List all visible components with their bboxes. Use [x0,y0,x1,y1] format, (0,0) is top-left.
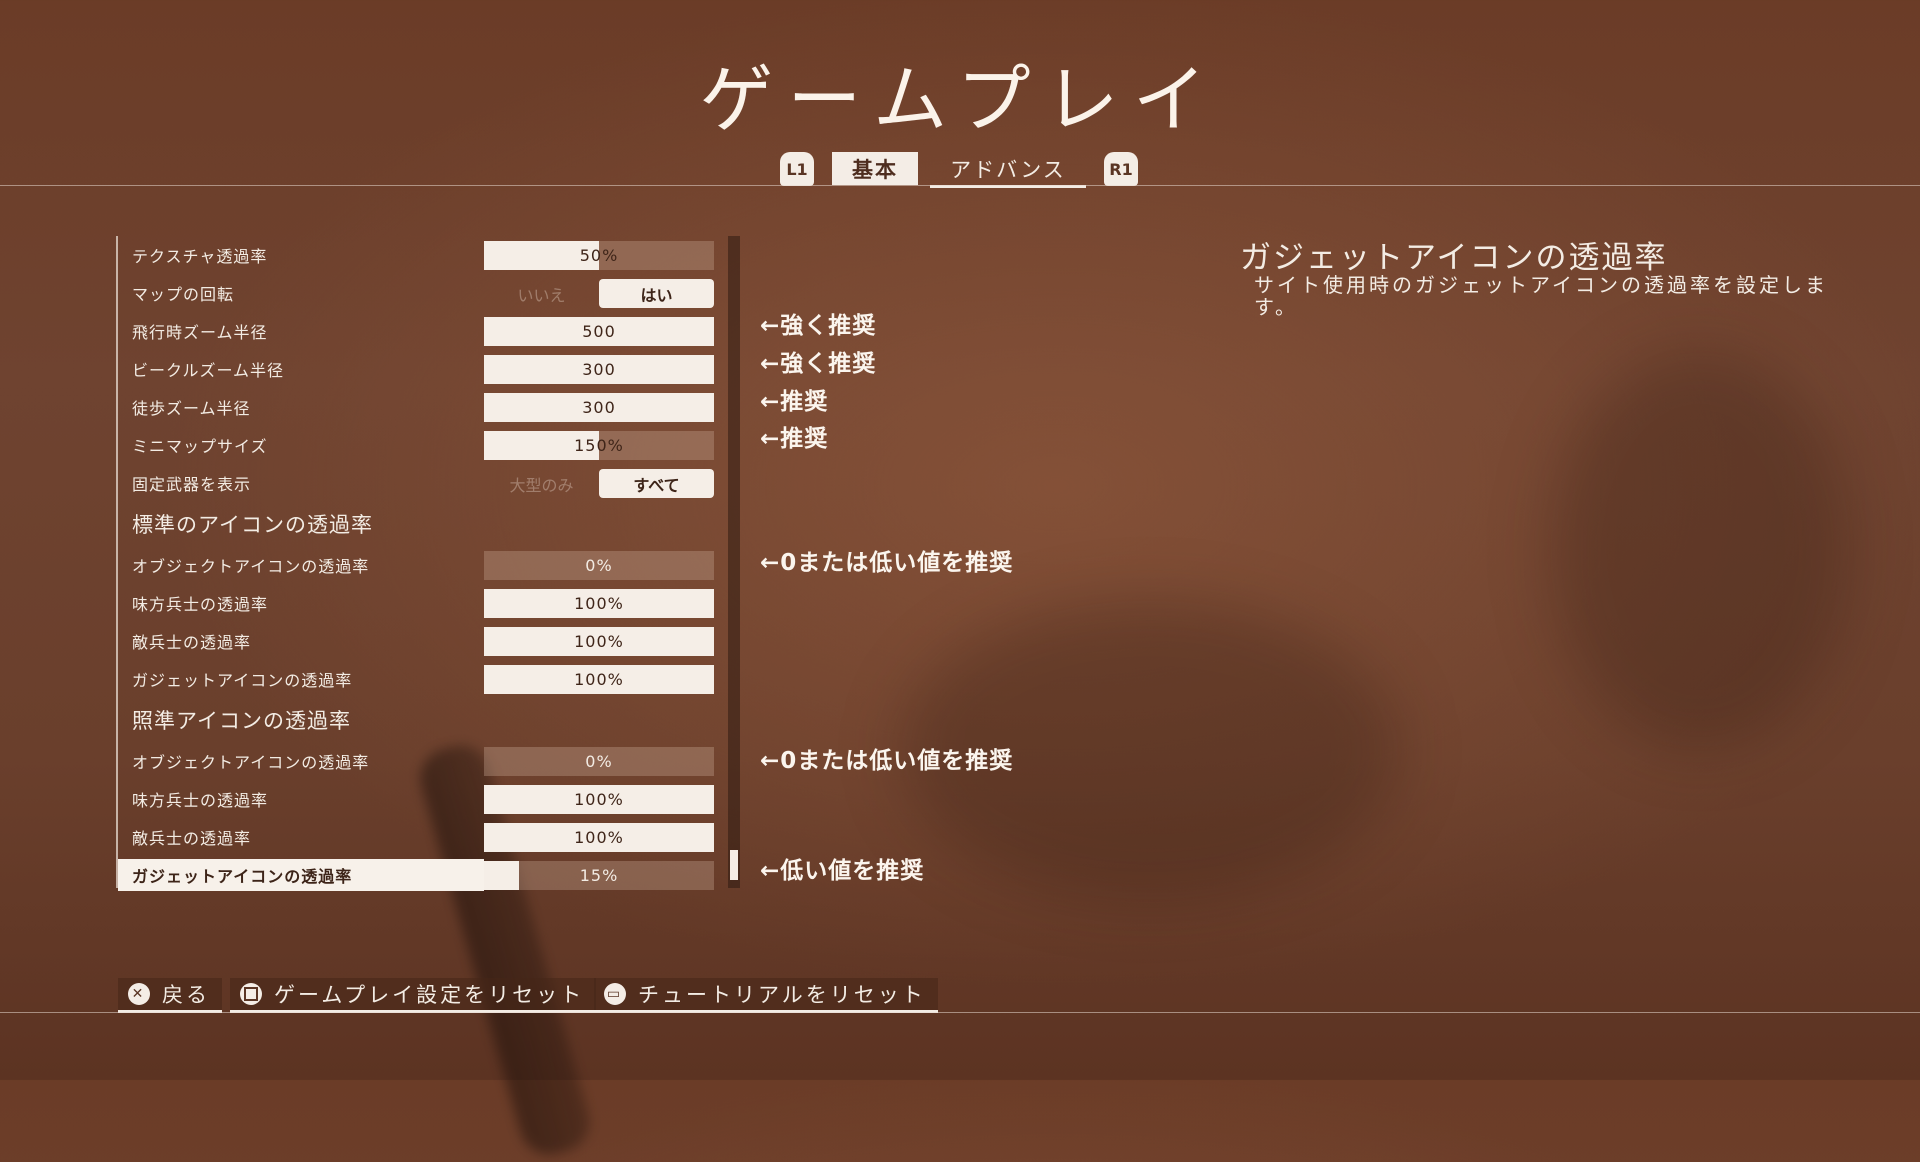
slider-value: 100% [574,790,624,809]
slider[interactable]: 100% [484,823,714,852]
setting-label: ガジェットアイコンの透過率 [132,671,353,690]
toggle-option-on[interactable]: すべて [599,469,714,498]
footer-divider [0,1012,1920,1013]
setting-label: テクスチャ透過率 [132,247,268,266]
setting-aim-gadget-icon-opacity[interactable]: ガジェットアイコンの透過率 15% [118,856,740,894]
slider[interactable]: 500 [484,317,714,346]
square-button-icon [240,983,262,1005]
setting-enemy-opacity[interactable]: 敵兵士の透過率 100% [118,622,740,660]
slider[interactable]: 100% [484,785,714,814]
toggle-option-off[interactable]: いいえ [484,279,599,308]
note-zero-or-low-2: ←0または低い値を推奨 [760,748,1014,774]
slider-value: 100% [574,594,624,613]
header-divider [0,185,1920,186]
reset-tutorial-button[interactable]: ▭ チュートリアルをリセット [594,978,938,1013]
scrollbar-thumb[interactable] [730,850,738,880]
slider-value: 100% [574,670,624,689]
slider-value: 100% [574,828,624,847]
reset-gameplay-label: ゲームプレイ設定をリセット [274,983,585,1007]
slider[interactable]: 100% [484,589,714,618]
setting-label: 味方兵士の透過率 [132,595,269,614]
setting-label: 徒歩ズーム半径 [132,399,251,418]
note-zero-or-low-1: ←0または低い値を推奨 [760,550,1014,576]
note-recommend-2: ←推奨 [760,426,829,452]
slider-value: 0% [585,752,613,771]
section-title-standard-icons: 標準のアイコンの透過率 [132,513,373,537]
description-text: サイト使用時のガジェットアイコンの透過率を設定します。 [1254,273,1828,319]
slider-value: 0% [585,556,613,575]
setting-label: オブジェクトアイコンの透過率 [132,753,370,772]
note-low-recommend: ←低い値を推奨 [760,858,925,884]
setting-gadget-icon-opacity[interactable]: ガジェットアイコンの透過率 100% [118,660,740,698]
setting-show-fixed-weapons[interactable]: 固定武器を表示 大型のみ すべて [118,464,740,502]
setting-label: 味方兵士の透過率 [132,791,269,810]
note-strong-recommend-2: ←強く推奨 [760,351,877,377]
setting-label: マップの回転 [132,285,235,304]
setting-foot-zoom-radius[interactable]: 徒歩ズーム半径 300 [118,388,740,426]
setting-label: オブジェクトアイコンの透過率 [132,557,370,576]
slider-value: 50% [579,246,619,265]
cross-button-icon: ✕ [128,983,150,1005]
slider[interactable]: 300 [484,355,714,384]
setting-label: 飛行時ズーム半径 [132,323,268,342]
setting-label: ビークルズーム半径 [132,361,285,380]
l1-bumper-icon[interactable]: L1 [780,152,814,186]
settings-list: テクスチャ透過率 50% マップの回転 いいえ はい 飛行時ズーム半径 500 … [118,236,740,894]
slider[interactable]: 0% [484,551,714,580]
slider[interactable]: 100% [484,665,714,694]
setting-flight-zoom-radius[interactable]: 飛行時ズーム半径 500 [118,312,740,350]
section-title-aim-icons: 照準アイコンの透過率 [132,709,351,733]
slider-value: 300 [582,360,616,379]
toggle[interactable]: いいえ はい [484,279,714,308]
setting-minimap-size[interactable]: ミニマップサイズ 150% [118,426,740,464]
r1-bumper-icon[interactable]: R1 [1104,152,1138,186]
back-button[interactable]: ✕ 戻る [118,978,222,1013]
page-title: ゲームプレイ [699,57,1221,143]
slider[interactable]: 50% [484,241,714,270]
description-title: ガジェットアイコンの透過率 [1240,240,1668,276]
slider[interactable]: 300 [484,393,714,422]
slider-value: 15% [579,866,619,885]
scrollbar[interactable] [728,236,740,888]
setting-map-rotation[interactable]: マップの回転 いいえ はい [118,274,740,312]
setting-label: 固定武器を表示 [132,475,252,494]
note-strong-recommend-1: ←強く推奨 [760,313,877,339]
setting-objective-icon-opacity[interactable]: オブジェクトアイコンの透過率 0% [118,546,740,584]
setting-aim-objective-icon-opacity[interactable]: オブジェクトアイコンの透過率 0% [118,742,740,780]
setting-label: ミニマップサイズ [132,437,268,456]
setting-vehicle-zoom-radius[interactable]: ビークルズーム半径 300 [118,350,740,388]
touchpad-button-icon: ▭ [604,983,626,1005]
slider[interactable]: 150% [484,431,714,460]
toggle-option-off[interactable]: 大型のみ [484,469,599,498]
setting-label: ガジェットアイコンの透過率 [132,867,353,886]
toggle-option-on[interactable]: はい [599,279,714,308]
slider-value: 150% [574,436,624,455]
reset-tutorial-label: チュートリアルをリセット [638,983,926,1007]
setting-aim-enemy-opacity[interactable]: 敵兵士の透過率 100% [118,818,740,856]
note-recommend-1: ←推奨 [760,389,829,415]
slider-value: 100% [574,632,624,651]
setting-texture-opacity[interactable]: テクスチャ透過率 50% [118,236,740,274]
slider-value: 500 [582,322,616,341]
back-label: 戻る [162,983,210,1007]
setting-aim-friendly-opacity[interactable]: 味方兵士の透過率 100% [118,780,740,818]
setting-label: 敵兵士の透過率 [132,829,252,848]
slider[interactable]: 0% [484,747,714,776]
tab-advanced[interactable]: アドバンス [930,152,1086,188]
slider[interactable]: 100% [484,627,714,656]
slider[interactable]: 15% [484,861,714,890]
setting-friendly-opacity[interactable]: 味方兵士の透過率 100% [118,584,740,622]
reset-gameplay-button[interactable]: ゲームプレイ設定をリセット [230,978,597,1013]
tab-basic[interactable]: 基本 [832,152,918,185]
toggle[interactable]: 大型のみ すべて [484,469,714,498]
slider-value: 300 [582,398,616,417]
setting-label: 敵兵士の透過率 [132,633,252,652]
